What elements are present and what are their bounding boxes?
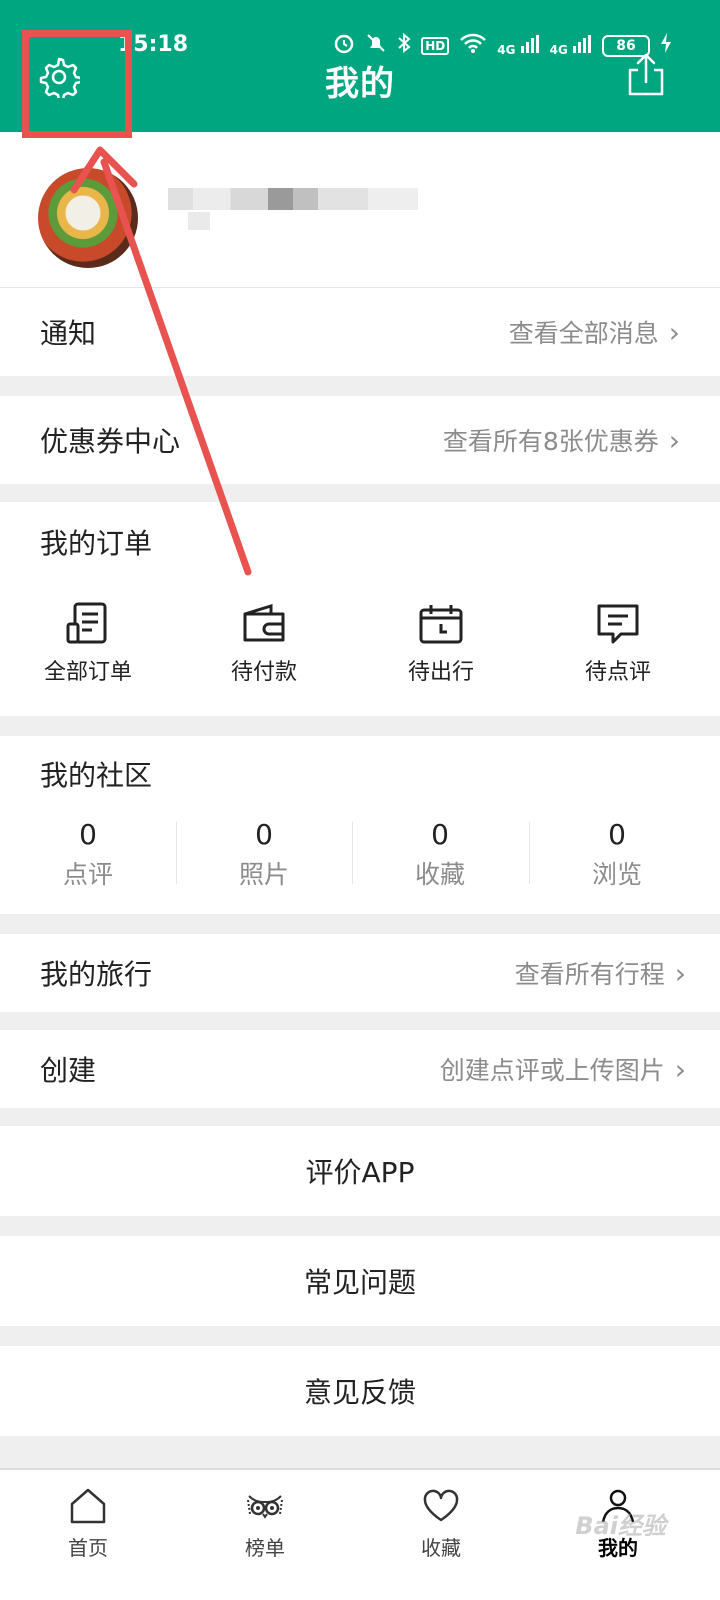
my-trips-row[interactable]: 我的旅行 查看所有行程 › [0, 934, 720, 1012]
annotation-highlight-box [22, 30, 132, 138]
alarm-icon [333, 32, 355, 59]
stat-favorites[interactable]: 0 收藏 [352, 818, 528, 891]
create-link[interactable]: 创建点评或上传图片 › [440, 1051, 686, 1087]
stat-views[interactable]: 0 浏览 [529, 818, 705, 891]
community-title: 我的社区 [40, 759, 153, 792]
notification-link[interactable]: 查看全部消息 › [509, 314, 680, 350]
my-trips-link[interactable]: 查看所有行程 › [515, 955, 686, 991]
order-upcoming-trip-button[interactable]: 待出行 [351, 602, 531, 686]
stat-photos[interactable]: 0 照片 [176, 818, 352, 891]
bluetooth-icon [397, 32, 411, 59]
my-trips-label: 我的旅行 [40, 958, 153, 991]
chevron-right-icon: › [674, 956, 686, 990]
order-pending-payment-button[interactable]: 待付款 [174, 602, 354, 686]
tab-rankings[interactable]: 榜单 [175, 1486, 355, 1561]
faq-button[interactable]: 常见问题 [0, 1236, 720, 1326]
username-blurred-sub [188, 212, 210, 230]
order-pending-review-button[interactable]: 待点评 [528, 602, 708, 686]
watermark: Bai经验 [575, 1512, 666, 1540]
coupon-center-link[interactable]: 查看所有8张优惠券 › [443, 422, 680, 458]
feedback-button[interactable]: 意见反馈 [0, 1346, 720, 1436]
stat-reviews[interactable]: 0 点评 [0, 818, 176, 891]
coupon-center-row[interactable]: 优惠券中心 查看所有8张优惠券 › [0, 396, 720, 484]
username-blurred [168, 188, 418, 210]
create-row[interactable]: 创建 创建点评或上传图片 › [0, 1030, 720, 1108]
status-icons: HD 4G 4G 86 [333, 32, 672, 59]
notification-label: 通知 [40, 317, 97, 350]
chevron-right-icon: › [668, 315, 680, 349]
order-list-icon [66, 602, 107, 644]
owl-icon [247, 1495, 283, 1519]
hd-icon: HD [421, 36, 450, 55]
calendar-icon [419, 605, 463, 644]
heart-icon [423, 1489, 459, 1522]
bell-off-icon [365, 32, 387, 59]
wifi-icon [459, 32, 487, 59]
orders-title: 我的订单 [40, 527, 153, 560]
tab-home[interactable]: 首页 [0, 1486, 178, 1561]
coupon-center-label: 优惠券中心 [40, 425, 181, 458]
order-all-button[interactable]: 全部订单 [0, 602, 178, 686]
notification-row[interactable]: 通知 查看全部消息 › [0, 288, 720, 376]
chevron-right-icon: › [674, 1052, 686, 1086]
wallet-icon [243, 603, 285, 642]
rate-app-button[interactable]: 评价APP [0, 1126, 720, 1216]
share-icon [628, 53, 664, 96]
home-icon [70, 1488, 106, 1524]
tab-favorites[interactable]: 收藏 [351, 1486, 531, 1561]
comment-icon [597, 604, 639, 644]
orders-section: 我的订单 全部订单 待付款 待出行 待点评 [0, 502, 720, 716]
chevron-right-icon: › [668, 423, 680, 457]
community-section: 我的社区 0 点评 0 照片 0 收藏 0 浏览 [0, 736, 720, 914]
avatar[interactable] [38, 168, 138, 268]
share-button[interactable] [624, 52, 668, 98]
profile-section[interactable] [0, 132, 720, 288]
create-label: 创建 [40, 1054, 97, 1087]
signal-4g-icon: 4G [550, 34, 592, 57]
signal-4g-icon: 4G [497, 34, 539, 57]
